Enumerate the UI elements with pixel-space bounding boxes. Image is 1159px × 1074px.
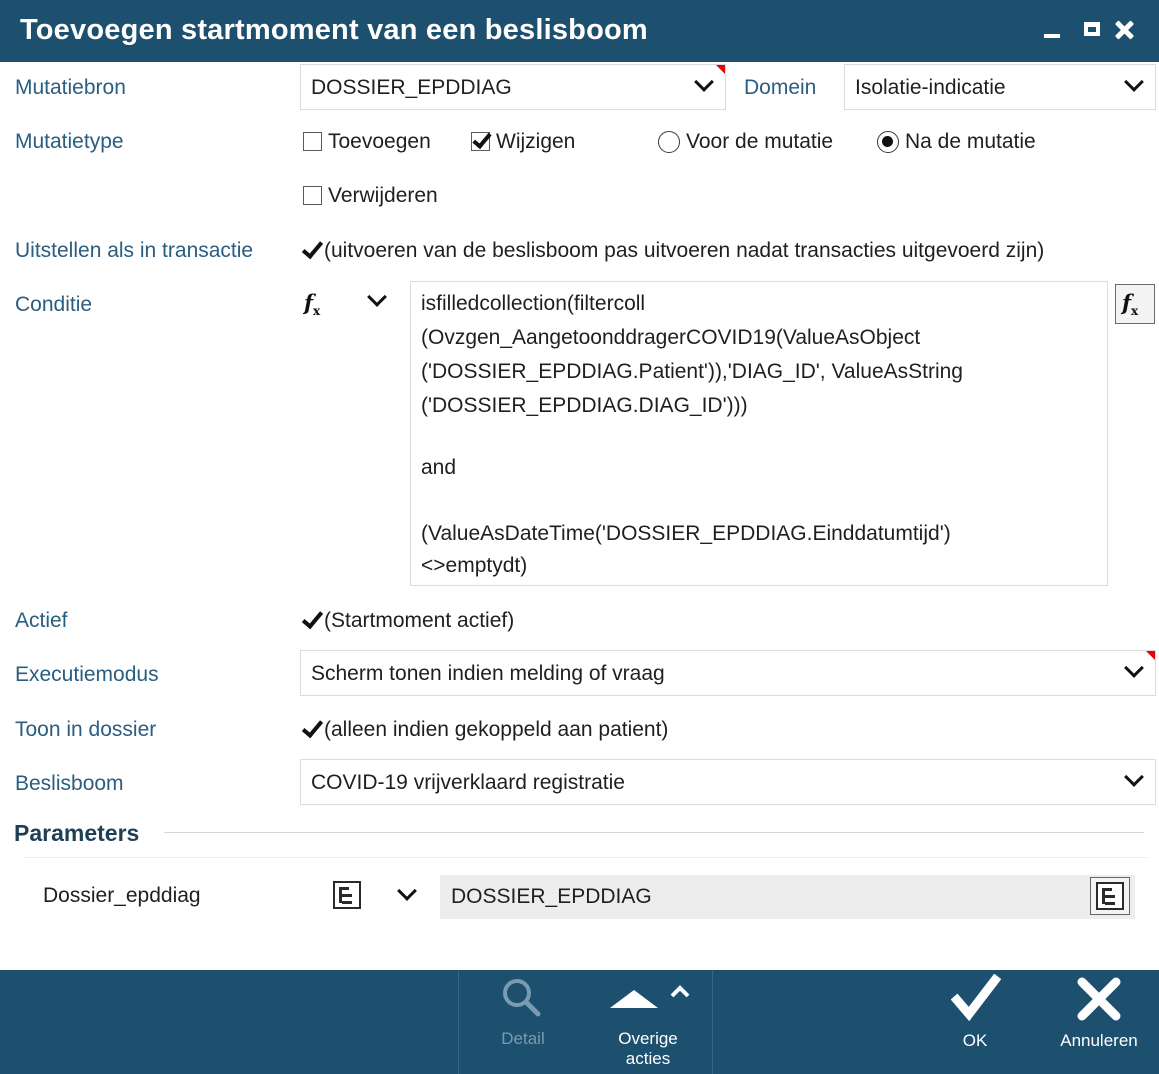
code-line: ('DOSSIER_EPDDIAG.DIAG_ID'))) <box>421 394 748 417</box>
parameter-name: Dossier_epddiag <box>43 884 201 907</box>
wijzigen-checkbox[interactable] <box>471 132 490 151</box>
toon-in-dossier-checkbox[interactable] <box>301 719 321 739</box>
window-title: Toevoegen startmoment van een beslisboom <box>20 14 648 46</box>
chevron-down-icon <box>1124 658 1144 678</box>
toon-in-dossier-label: Toon in dossier <box>15 718 157 741</box>
toevoegen-checkbox[interactable] <box>303 132 322 151</box>
overige-label-line1: Overige <box>618 1029 678 1048</box>
mutatietype-label: Mutatietype <box>15 130 124 153</box>
required-marker <box>1146 651 1155 660</box>
chevron-down-icon <box>694 72 714 92</box>
ok-label: OK <box>962 1031 988 1050</box>
domein-value: Isolatie-indicatie <box>855 76 1006 99</box>
ok-button[interactable]: OK <box>935 972 1015 1072</box>
fx-icon: fx <box>304 290 321 319</box>
voor-de-mutatie-label: Voor de mutatie <box>686 130 834 153</box>
annuleren-label: Annuleren <box>1060 1031 1138 1050</box>
required-marker <box>716 65 725 74</box>
annuleren-button[interactable]: Annuleren <box>1045 972 1153 1072</box>
executiemodus-label: Executiemodus <box>15 663 159 686</box>
cross-icon <box>1077 977 1121 1021</box>
parameters-heading: Parameters <box>14 820 140 846</box>
overige-acties-button[interactable]: Overige acties <box>598 972 698 1072</box>
chevron-down-icon <box>1124 767 1144 787</box>
toon-in-dossier-text: (alleen indien gekoppeld aan patient) <box>324 718 669 741</box>
voor-de-mutatie-radio[interactable] <box>658 131 680 153</box>
mutatiebron-select[interactable]: DOSSIER_EPDDIAG <box>300 64 726 110</box>
actief-checkbox[interactable] <box>301 610 321 630</box>
tree-icon <box>333 881 361 909</box>
search-icon <box>503 979 541 1017</box>
executiemodus-select[interactable]: Scherm tonen indien melding of vraag <box>300 650 1156 696</box>
formula-editor-button[interactable]: fx <box>1115 284 1155 324</box>
overige-label-line2: acties <box>625 1049 671 1068</box>
domein-label: Domein <box>744 76 817 99</box>
uitstellen-text: (uitvoeren van de beslisboom pas uitvoer… <box>324 239 1045 262</box>
executiemodus-value: Scherm tonen indien melding of vraag <box>311 662 665 685</box>
parameter-source-select[interactable] <box>330 878 430 916</box>
na-de-mutatie-radio[interactable] <box>877 131 899 153</box>
uitstellen-label: Uitstellen als in transactie <box>15 239 254 262</box>
checkmark-icon <box>951 974 1001 1022</box>
beslisboom-value: COVID-19 vrijverklaard registratie <box>311 771 625 794</box>
parameter-value: DOSSIER_EPDDIAG <box>451 885 652 908</box>
domein-select[interactable]: Isolatie-indicatie <box>844 64 1156 110</box>
chevron-down-icon <box>367 287 387 307</box>
detail-label: Detail <box>501 1029 545 1048</box>
toolbar-separator <box>712 970 713 1074</box>
triangle-up-icon <box>610 985 690 1008</box>
toolbar-separator <box>458 970 459 1074</box>
verwijderen-label: Verwijderen <box>328 184 438 207</box>
chevron-down-icon <box>397 881 417 901</box>
conditie-label: Conditie <box>15 293 93 316</box>
code-line: isfilledcollection(filtercoll <box>421 292 646 315</box>
window-titlebar: Toevoegen startmoment van een beslisboom <box>0 0 1159 62</box>
detail-button[interactable]: Detail <box>482 972 564 1072</box>
parameter-value-field[interactable]: DOSSIER_EPDDIAG <box>440 875 1135 919</box>
code-line: (ValueAsDateTime('DOSSIER_EPDDIAG.Eindda… <box>421 522 951 545</box>
code-line: <>emptydt) <box>421 554 528 577</box>
code-line: (Ovzgen_AangetoonddragerCOVID19(ValueAsO… <box>421 326 921 349</box>
uitstellen-checkbox[interactable] <box>301 240 321 260</box>
code-line: and <box>421 456 457 479</box>
fx-icon: fx <box>1122 290 1139 319</box>
minimize-icon[interactable] <box>1040 16 1066 44</box>
mutatiebron-value: DOSSIER_EPDDIAG <box>311 76 512 99</box>
na-de-mutatie-label: Na de mutatie <box>905 130 1036 153</box>
conditie-textarea[interactable]: isfilledcollection(filtercoll (Ovzgen_Aa… <box>410 281 1108 586</box>
wijzigen-label: Wijzigen <box>496 130 576 153</box>
maximize-icon[interactable] <box>1080 16 1106 44</box>
beslisboom-label: Beslisboom <box>15 772 124 795</box>
actief-label: Actief <box>15 609 68 632</box>
actief-text: (Startmoment actief) <box>324 609 515 632</box>
close-icon[interactable] <box>1112 16 1138 44</box>
toevoegen-label: Toevoegen <box>328 130 431 153</box>
mutatiebron-label: Mutatiebron <box>15 76 126 99</box>
beslisboom-select[interactable]: COVID-19 vrijverklaard registratie <box>300 759 1156 805</box>
chevron-down-icon <box>1124 72 1144 92</box>
parameter-tree-button[interactable] <box>1090 877 1130 915</box>
section-divider <box>164 832 1144 833</box>
tree-icon <box>1096 882 1124 910</box>
verwijderen-checkbox[interactable] <box>303 186 322 205</box>
code-line: ('DOSSIER_EPDDIAG.Patient')),'DIAG_ID', … <box>421 360 963 383</box>
formula-mode-select[interactable]: fx <box>300 282 400 322</box>
